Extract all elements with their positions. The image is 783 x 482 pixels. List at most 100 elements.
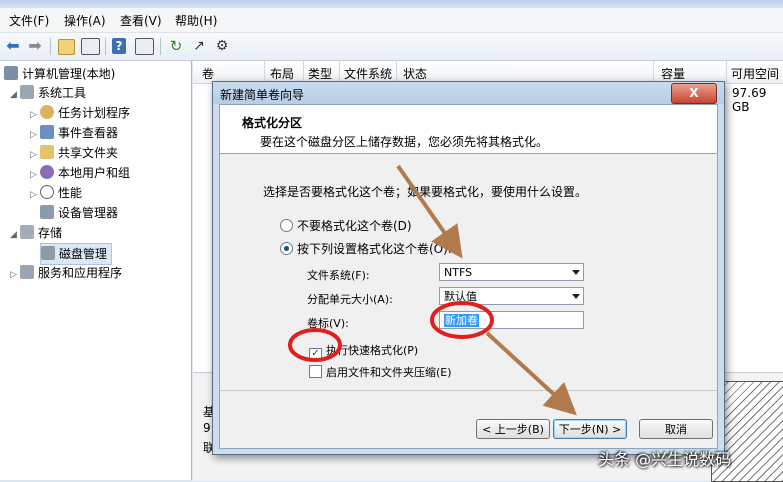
tree-item-label: 系统工具 (38, 86, 87, 100)
next-button[interactable]: 下一步(N) > (553, 419, 627, 439)
tree-item-local-users[interactable]: ▷ 本地用户和组 (30, 163, 130, 183)
tree-item-system-tools[interactable]: ◢ 系统工具 (10, 83, 86, 103)
clock-icon (40, 105, 54, 119)
toolbar-separator (160, 38, 161, 55)
volume-label-selected-text: 新加卷 (444, 314, 479, 327)
tree-item-computer-management[interactable]: 计算机管理(本地) (4, 64, 115, 84)
checkbox-label: 执行快速格式化(P) (326, 344, 419, 357)
storage-icon (20, 225, 34, 239)
tree-item-label: 计算机管理(本地) (22, 67, 116, 81)
export-icon[interactable]: ↗ (190, 37, 208, 55)
radio-format[interactable]: 按下列设置格式化这个卷(O): (280, 240, 452, 257)
column-capacity[interactable]: 容量 (661, 65, 685, 82)
tree-item-disk-management[interactable]: 磁盘管理 (40, 243, 113, 265)
expand-arrow-icon[interactable]: ▷ (30, 105, 40, 125)
column-filesystem[interactable]: 文件系统 (344, 65, 392, 82)
services-icon (20, 265, 34, 279)
tree-item-task-scheduler[interactable]: ▷ 任务计划程序 (30, 103, 130, 123)
cancel-button[interactable]: 取消 (639, 419, 713, 439)
tree-item-label: 共享文件夹 (58, 146, 119, 160)
allocation-unit-select[interactable]: 默认值 (439, 287, 584, 305)
tree-item-device-manager[interactable]: 设备管理器 (40, 203, 118, 223)
settings-icon[interactable]: ⚙ (213, 37, 231, 55)
computer-icon (4, 66, 18, 80)
radio-label: 不要格式化这个卷(D) (297, 219, 412, 233)
tree-item-label: 任务计划程序 (58, 106, 131, 120)
footer-divider (220, 390, 717, 391)
menu-view[interactable]: 查看(V) (120, 12, 162, 29)
tree-item-label: 性能 (58, 186, 83, 200)
console-tree: 计算机管理(本地) ◢ 系统工具 ▷ 任务计划程序 ▷ 事件查看器 ▷ 共享文件夹 ▷ 本… (0, 61, 192, 480)
column-status[interactable]: 状态 (403, 65, 427, 82)
up-folder-icon[interactable] (58, 39, 75, 55)
quick-format-checkbox[interactable]: ✓ 执行快速格式化(P) (309, 342, 418, 361)
menu-action[interactable]: 操作(A) (64, 12, 106, 29)
menu-file[interactable]: 文件(F) (9, 12, 49, 29)
new-simple-volume-wizard: 新建简单卷向导 X 格式化分区 要在这个磁盘分区上储存数据，您必须先将其格式化。… (212, 81, 725, 455)
tree-item-event-viewer[interactable]: ▷ 事件查看器 (30, 123, 118, 143)
column-volume[interactable]: 卷 (202, 65, 214, 82)
column-free-space[interactable]: 可用空间 (731, 65, 779, 82)
tree-item-shared-folders[interactable]: ▷ 共享文件夹 (30, 143, 118, 163)
shared-folder-icon (40, 145, 54, 159)
column-separator (653, 61, 654, 83)
expand-arrow-icon[interactable]: ▷ (30, 125, 40, 145)
radio-button-icon[interactable] (280, 219, 293, 232)
expand-arrow-icon[interactable]: ▷ (10, 265, 20, 285)
collapse-arrow-icon[interactable]: ◢ (10, 85, 20, 105)
tree-item-storage[interactable]: ◢ 存储 (10, 223, 62, 243)
checkbox-checked-icon[interactable]: ✓ (309, 348, 322, 361)
toolbar-separator (50, 38, 51, 55)
dialog-title: 新建简单卷向导 (220, 88, 305, 102)
dropdown-arrow-icon (572, 294, 580, 299)
toolbar: ⬅ ➡ ? ↻ ↗ ⚙ (0, 33, 783, 61)
show-hide-tree-icon[interactable] (81, 38, 100, 55)
column-separator (339, 61, 340, 83)
filesystem-select[interactable]: NTFS (439, 263, 584, 281)
radio-button-selected-icon[interactable] (280, 242, 293, 255)
properties-icon[interactable] (135, 38, 154, 55)
tree-item-label: 设备管理器 (58, 206, 119, 220)
window-top-edge (0, 0, 783, 8)
tree-item-performance[interactable]: ▷ 性能 (30, 183, 82, 203)
tree-item-label: 存储 (38, 226, 63, 240)
collapse-arrow-icon[interactable]: ◢ (10, 225, 20, 245)
toolbar-separator (105, 38, 106, 55)
disk-info-line: 9 (203, 421, 211, 435)
filesystem-selected-value: NTFS (444, 266, 473, 279)
column-type[interactable]: 类型 (308, 65, 332, 82)
forward-arrow-icon[interactable]: ➡ (26, 37, 44, 55)
format-question: 选择是否要格式化这个卷；如果要格式化，要使用什么设置。 (263, 185, 588, 199)
performance-icon (40, 185, 54, 199)
tools-icon (20, 85, 34, 99)
allocation-unit-label: 分配单元大小(A): (307, 293, 393, 306)
watermark-text: 头条 @兴生说数码 (598, 450, 732, 469)
checkbox-unchecked-icon[interactable] (309, 365, 322, 378)
menu-help[interactable]: 帮助(H) (175, 12, 217, 29)
tree-item-label: 磁盘管理 (59, 247, 108, 261)
volume-label-input[interactable]: 新加卷 (439, 311, 584, 329)
expand-arrow-icon[interactable]: ▷ (30, 145, 40, 165)
dropdown-arrow-icon (572, 270, 580, 275)
radio-no-format[interactable]: 不要格式化这个卷(D) (280, 217, 412, 234)
back-arrow-icon[interactable]: ⬅ (4, 37, 22, 55)
header-title: 格式化分区 (242, 116, 303, 130)
tree-item-services-apps[interactable]: ▷ 服务和应用程序 (10, 263, 122, 283)
header-description: 要在这个磁盘分区上储存数据，您必须先将其格式化。 (260, 135, 549, 149)
allocation-selected-value: 默认值 (444, 290, 477, 303)
volume-label-label: 卷标(V): (307, 317, 349, 330)
help-icon[interactable]: ? (112, 38, 126, 54)
back-button[interactable]: < 上一步(B) (476, 419, 550, 439)
expand-arrow-icon[interactable]: ▷ (30, 165, 40, 185)
filesystem-label: 文件系统(F): (307, 269, 370, 282)
close-button[interactable]: X (671, 83, 717, 104)
column-layout[interactable]: 布局 (270, 65, 294, 82)
expand-arrow-icon[interactable]: ▷ (30, 185, 40, 205)
dialog-header: 格式化分区 要在这个磁盘分区上储存数据，您必须先将其格式化。 (220, 105, 717, 154)
compression-checkbox[interactable]: 启用文件和文件夹压缩(E) (309, 364, 452, 380)
menu-bar: 文件(F) 操作(A) 查看(V) 帮助(H) (0, 8, 783, 33)
checkbox-label: 启用文件和文件夹压缩(E) (326, 366, 452, 379)
tree-item-label: 事件查看器 (58, 126, 119, 140)
refresh-icon[interactable]: ↻ (167, 37, 185, 55)
dialog-titlebar[interactable]: 新建简单卷向导 X (213, 82, 724, 104)
